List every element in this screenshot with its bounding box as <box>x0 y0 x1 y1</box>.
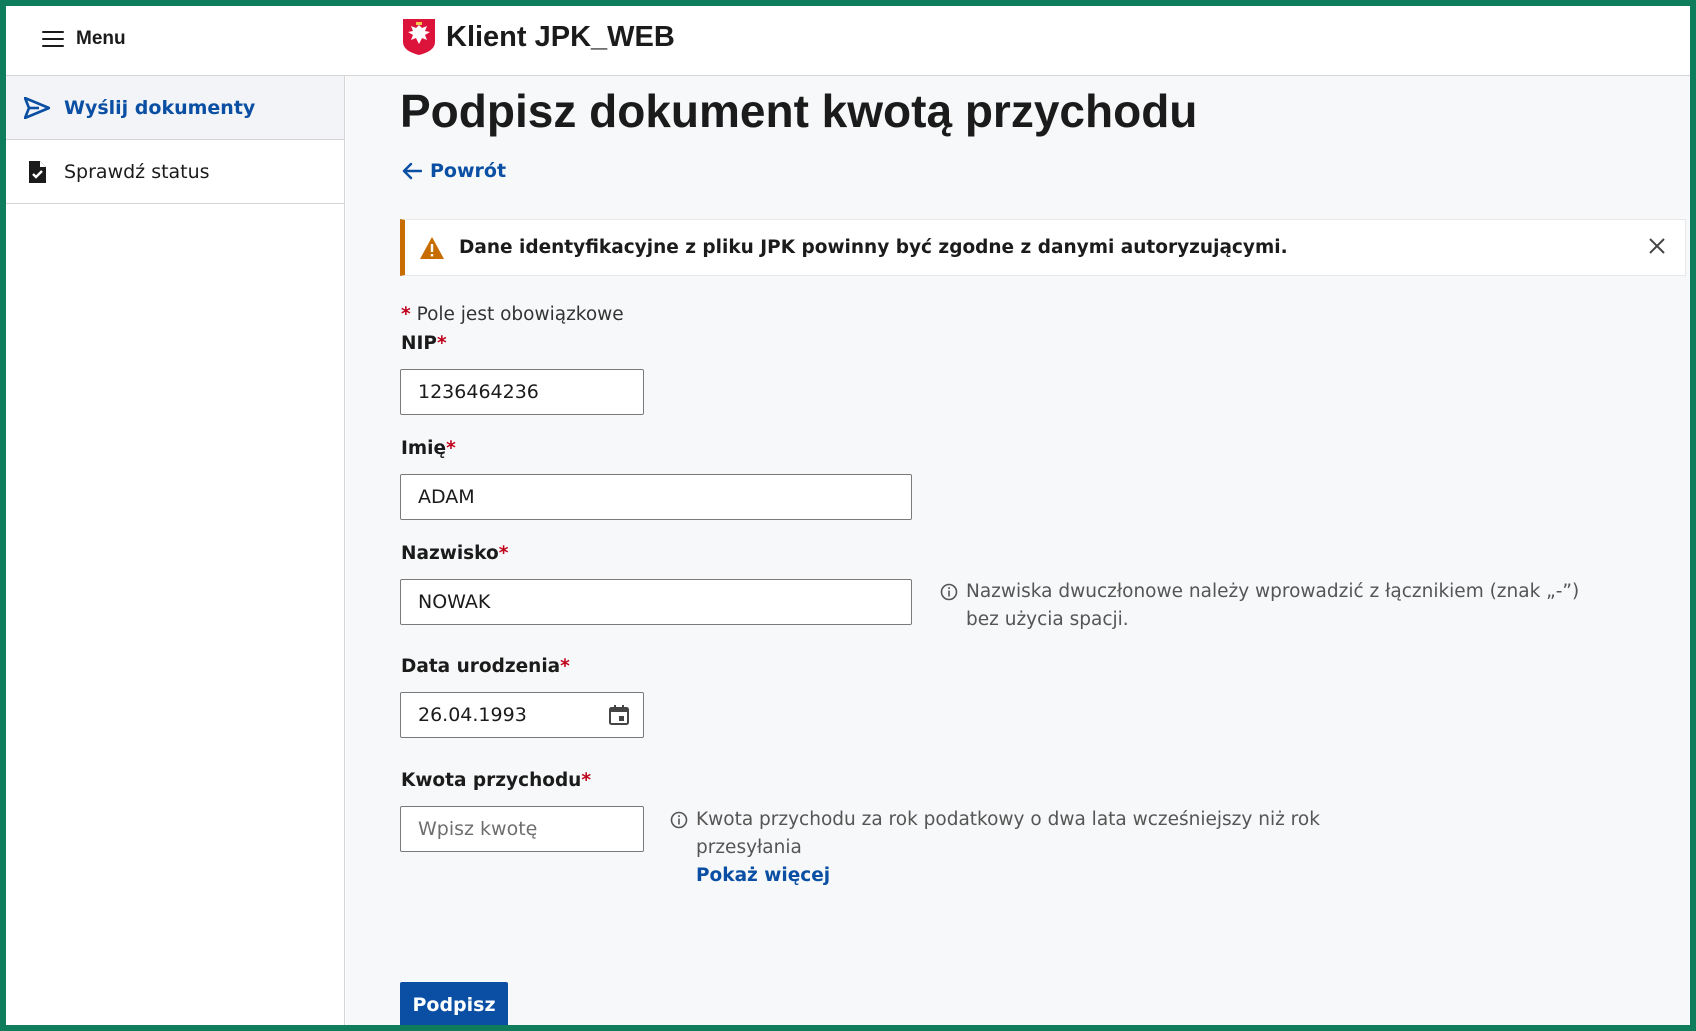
sidebar-item-send-documents[interactable]: Wyślij dokumenty <box>6 76 344 140</box>
last-name-value: NOWAK <box>418 591 491 613</box>
income-hint: Kwota przychodu za rok podatkowy o dwa l… <box>670 806 1370 890</box>
menu-button[interactable]: Menu <box>42 28 126 50</box>
nip-value: 1236464236 <box>418 381 539 403</box>
required-star: * <box>401 304 411 325</box>
income-label-text: Kwota przychodu <box>401 770 582 791</box>
show-more-link[interactable]: Pokaż więcej <box>696 865 830 886</box>
required-star: * <box>498 543 509 564</box>
required-note: * Pole jest obowiązkowe <box>401 304 624 325</box>
main-content: Podpisz dokument kwotą przychodu Powrót … <box>346 76 1690 1025</box>
income-hint-text: Kwota przychodu za rok podatkowy o dwa l… <box>696 809 1320 858</box>
last-name-label-text: Nazwisko <box>401 543 499 564</box>
required-star: * <box>446 438 456 459</box>
sidebar-item-label: Wyślij dokumenty <box>64 96 256 119</box>
calendar-icon[interactable] <box>607 703 631 727</box>
info-icon <box>670 811 688 829</box>
warning-alert: Dane identyfikacyjne z pliku JPK powinny… <box>400 219 1686 276</box>
page-title: Podpisz dokument kwotą przychodu <box>400 85 1198 137</box>
last-name-hint-text: Nazwiska dwuczłonowe należy wprowadzić z… <box>966 581 1580 630</box>
income-placeholder: Wpisz kwotę <box>418 818 538 840</box>
income-label: Kwota przychodu* <box>401 770 591 791</box>
first-name-value: ADAM <box>418 486 475 508</box>
menu-label: Menu <box>76 28 126 49</box>
income-field[interactable]: Wpisz kwotę <box>400 806 644 852</box>
birth-date-label: Data urodzenia* <box>401 656 570 677</box>
top-bar: Menu Klient JPK_WEB <box>6 6 1690 76</box>
app-window: Menu Klient JPK_WEB Wyślij dokumenty Spr… <box>0 0 1696 1031</box>
back-link[interactable]: Powrót <box>402 160 506 182</box>
warning-icon <box>420 236 444 259</box>
sidebar: Wyślij dokumenty Sprawdź status <box>6 76 345 1025</box>
send-icon <box>24 96 50 120</box>
required-star: * <box>436 333 447 354</box>
nip-label-text: NIP <box>401 333 437 354</box>
required-star: * <box>581 770 592 791</box>
nip-label: NIP* <box>401 333 447 354</box>
sidebar-item-check-status[interactable]: Sprawdź status <box>6 140 344 204</box>
last-name-label: Nazwisko* <box>401 543 508 564</box>
polish-eagle-icon <box>403 19 435 55</box>
alert-text: Dane identyfikacyjne z pliku JPK powinny… <box>459 237 1288 258</box>
first-name-field[interactable]: ADAM <box>400 474 912 520</box>
birth-date-field[interactable]: 26.04.1993 <box>400 692 644 738</box>
birth-date-value: 26.04.1993 <box>418 704 527 726</box>
first-name-label: Imię* <box>401 438 456 459</box>
birth-date-label-text: Data urodzenia <box>401 656 561 677</box>
hamburger-icon <box>42 31 64 48</box>
close-icon[interactable] <box>1645 234 1669 258</box>
first-name-label-text: Imię <box>401 438 447 459</box>
brand: Klient JPK_WEB <box>402 18 675 56</box>
document-check-icon <box>24 160 50 184</box>
required-star: * <box>560 656 570 677</box>
last-name-hint: Nazwiska dwuczłonowe należy wprowadzić z… <box>940 578 1580 634</box>
sidebar-item-label: Sprawdź status <box>64 160 210 183</box>
last-name-field[interactable]: NOWAK <box>400 579 912 625</box>
sign-button[interactable]: Podpisz <box>400 982 508 1025</box>
arrow-left-icon <box>402 162 422 180</box>
nip-field[interactable]: 1236464236 <box>400 369 644 415</box>
back-label: Powrót <box>430 160 507 182</box>
app-title: Klient JPK_WEB <box>446 20 675 53</box>
info-icon <box>940 583 958 601</box>
required-note-text: Pole jest obowiązkowe <box>416 304 624 325</box>
